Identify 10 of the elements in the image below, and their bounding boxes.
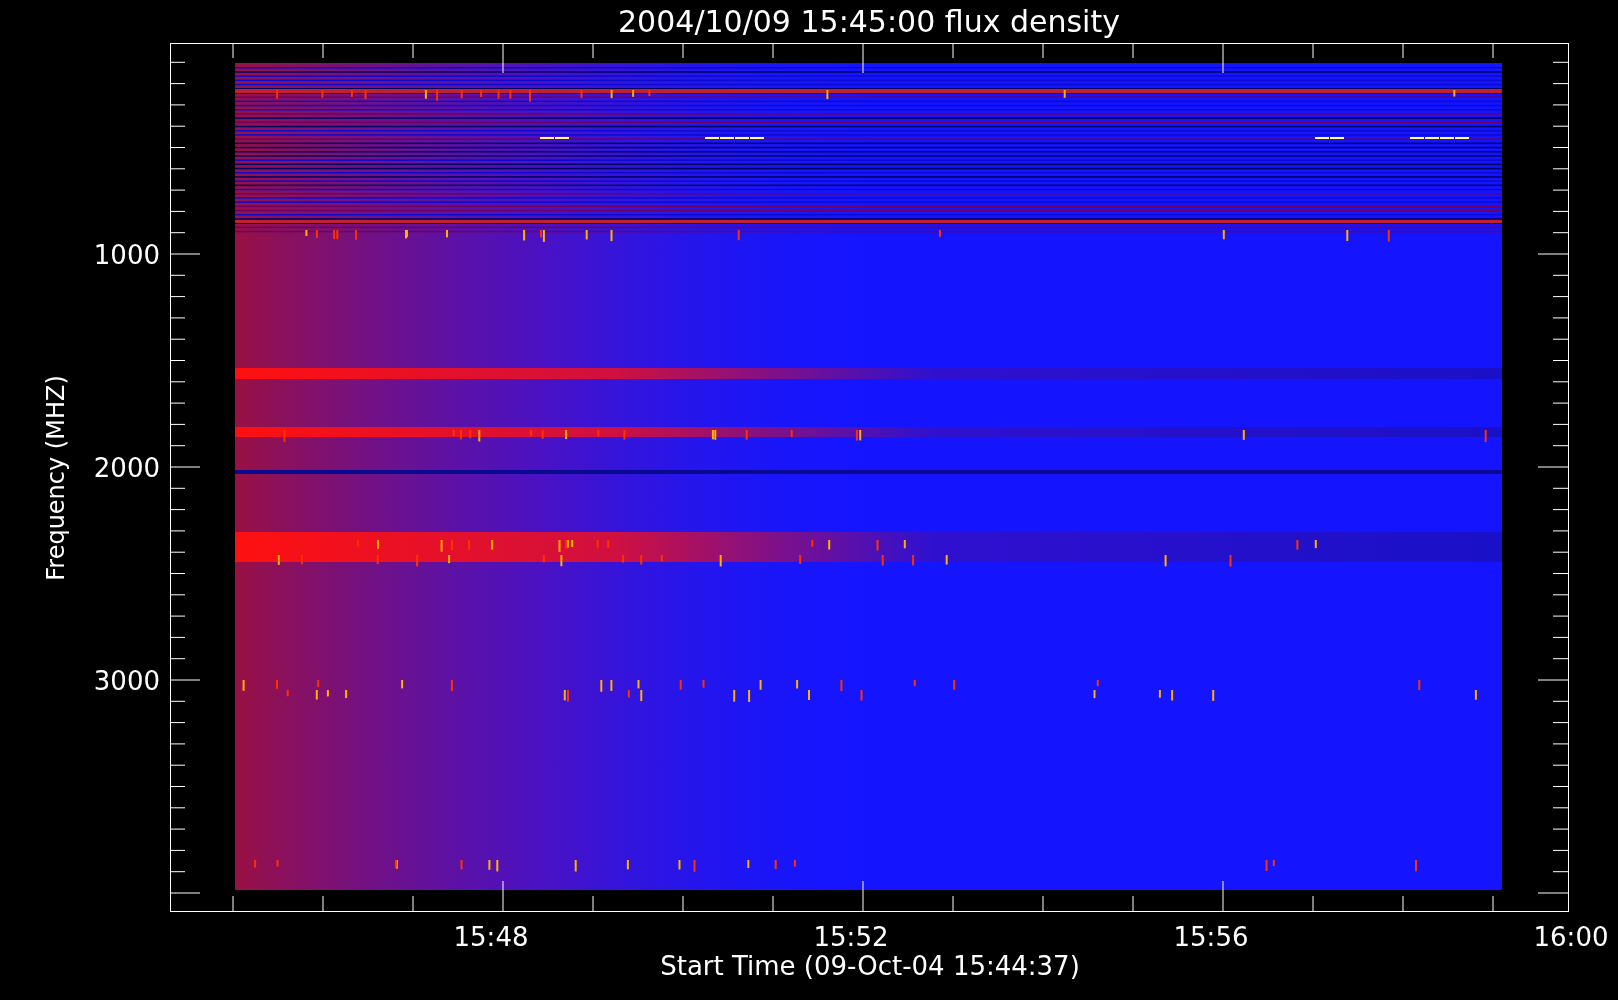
x-tick-label: 15:56	[1173, 922, 1249, 952]
x-axis-label: Start Time (09-Oct-04 15:44:37)	[660, 951, 1080, 981]
x-tick-label: 15:48	[453, 922, 529, 952]
y-tick-label: 2000	[93, 453, 160, 483]
y-axis-label: Frequency (MHZ)	[42, 375, 70, 581]
y-tick-label: 1000	[93, 240, 160, 270]
x-tick-label: 15:52	[813, 922, 889, 952]
y-tick-label: 3000	[93, 666, 160, 696]
x-tick-label: 16:00	[1533, 922, 1609, 952]
chart-title: 2004/10/09 15:45:00 flux density	[618, 4, 1120, 39]
